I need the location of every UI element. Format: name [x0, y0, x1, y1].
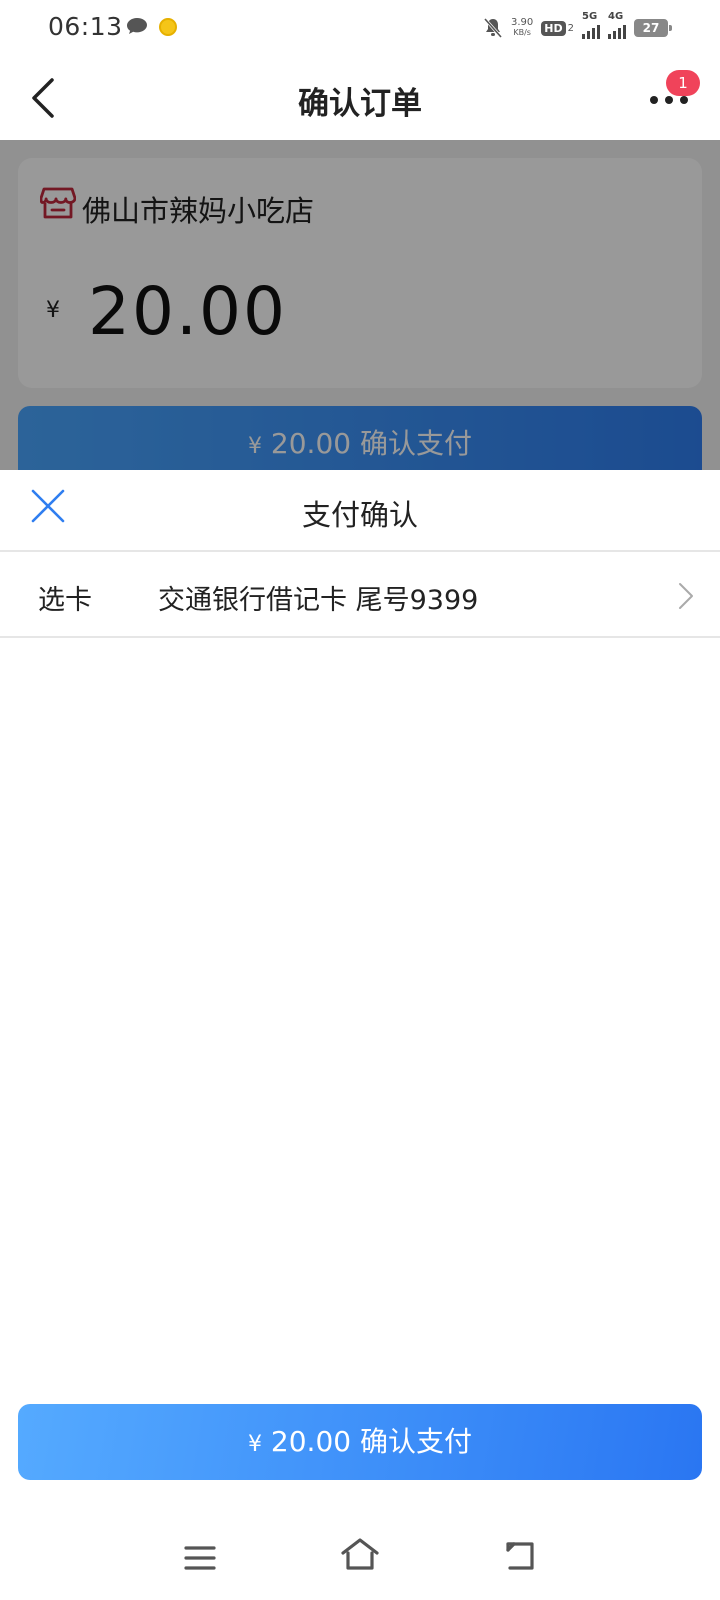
- selected-card-value: 交通银行借记卡 尾号9399: [158, 585, 479, 616]
- select-card-row[interactable]: 选卡 交通银行借记卡 尾号9399: [0, 552, 720, 638]
- net-speed: 3.90 KB/s: [511, 18, 533, 38]
- signal-4g-label: 4G: [608, 11, 624, 22]
- payment-sheet: 支付确认 选卡 交通银行借记卡 尾号9399 ¥ 20.00 确认支付: [0, 470, 720, 1600]
- select-card-label: 选卡: [38, 585, 92, 616]
- net-speed-value: 3.90: [511, 17, 534, 28]
- system-nav-bar: [0, 1500, 720, 1600]
- signal-5g: 5G: [582, 11, 600, 39]
- coin-icon: [159, 18, 177, 36]
- chevron-right-icon: [679, 583, 693, 609]
- more-dots-icon: [650, 96, 688, 104]
- notification-badge: 1: [666, 70, 700, 96]
- menu-icon[interactable]: [184, 1544, 216, 1572]
- more-button[interactable]: 1: [644, 70, 700, 118]
- nav-bar: 确认订单 1: [0, 56, 720, 140]
- page-title: 确认订单: [298, 86, 422, 122]
- hd-indicator-sub: 2: [567, 22, 574, 34]
- confirm-pay-button[interactable]: ¥ 20.00 确认支付: [18, 1404, 702, 1480]
- screen: 06:13 3.90 KB/s HD 2 5G 4G 27 确认订单 1 佛山市…: [0, 0, 720, 1600]
- hd-indicator: HD: [541, 20, 566, 36]
- modal-overlay[interactable]: [0, 140, 720, 470]
- status-bar: 06:13 3.90 KB/s HD 2 5G 4G 27: [0, 0, 720, 56]
- net-speed-unit: KB/s: [513, 28, 531, 37]
- back-icon[interactable]: [504, 1540, 538, 1572]
- status-time: 06:13: [48, 12, 123, 41]
- signal-5g-label: 5G: [582, 11, 598, 22]
- confirm-pay-currency: ¥: [248, 1432, 263, 1457]
- chat-icon: [127, 18, 147, 34]
- home-icon[interactable]: [340, 1536, 380, 1572]
- battery-level: 27: [642, 21, 660, 35]
- status-right: 3.90 KB/s HD 2 5G 4G 27: [483, 11, 672, 42]
- signal-4g: 4G: [608, 11, 626, 39]
- sheet-header: 支付确认: [0, 470, 720, 552]
- sheet-title: 支付确认: [301, 498, 418, 532]
- mute-bell-icon: [483, 18, 503, 38]
- confirm-pay-label: 20.00 确认支付: [270, 1425, 472, 1458]
- battery-icon: 27: [634, 19, 672, 37]
